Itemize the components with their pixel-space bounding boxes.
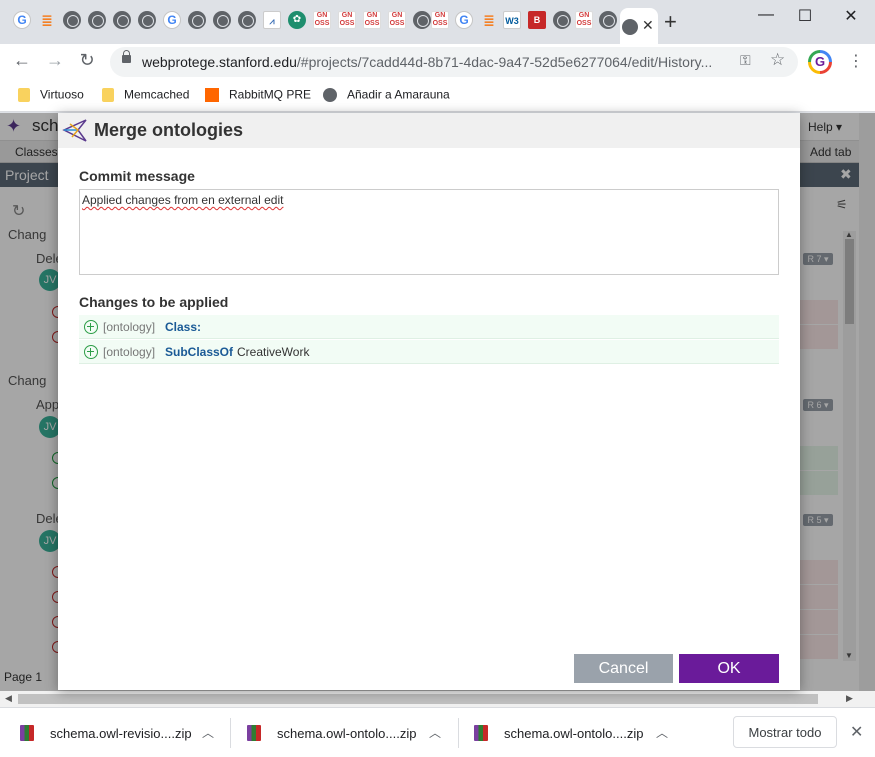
- browser-toolbar: ← → ↻ webprotege.stanford.edu/#projects/…: [0, 44, 875, 80]
- ontology-tag: [ontology]: [103, 345, 156, 359]
- maximize-button[interactable]: ☐: [795, 6, 815, 26]
- axiom-keyword: SubClassOf: [165, 345, 234, 359]
- url-host: webprotege.stanford.edu: [142, 54, 297, 70]
- star-icon[interactable]: ☆: [770, 50, 785, 70]
- google-tab-icon[interactable]: G: [455, 11, 473, 29]
- gnoss-tab-icon[interactable]: GN OSS: [575, 11, 593, 29]
- minimize-button[interactable]: —: [756, 6, 776, 24]
- stackoverflow-tab-icon[interactable]: ≣: [480, 11, 498, 29]
- gnoss-tab-icon[interactable]: GN OSS: [338, 11, 356, 29]
- window-close-button[interactable]: ✕: [841, 6, 861, 26]
- ontology-tag: [ontology]: [103, 320, 156, 334]
- add-circle-icon: [84, 320, 98, 334]
- globe-tab-icon[interactable]: [63, 11, 81, 29]
- change-item: [ontology] SubClassOf CreativeWork: [79, 340, 779, 364]
- profile-letter: G: [811, 53, 829, 71]
- globe-tab-icon[interactable]: [213, 11, 231, 29]
- bookmark-rabbitmq[interactable]: RabbitMQ PRE: [205, 86, 311, 106]
- add-circle-icon: [84, 345, 98, 359]
- download-bar: schema.owl-revisio....zip ︿ schema.owl-o…: [0, 707, 875, 757]
- scroll-left-icon[interactable]: ◀: [5, 693, 12, 704]
- zip-file-icon: [474, 725, 488, 741]
- scrollbar-thumb[interactable]: [18, 694, 818, 704]
- download-filename: schema.owl-ontolo....zip: [277, 726, 417, 741]
- divider: [230, 718, 231, 748]
- bookmark-memcached[interactable]: Memcached: [102, 86, 189, 106]
- webprotege-logo-icon: [62, 119, 87, 142]
- download-item[interactable]: schema.owl-revisio....zip ︿: [20, 718, 220, 748]
- w3schools-tab-icon[interactable]: W3: [503, 11, 521, 29]
- gnoss-tab-icon[interactable]: GN OSS: [388, 11, 406, 29]
- forward-button[interactable]: →: [43, 50, 67, 71]
- bookmark-virtuoso[interactable]: Virtuoso: [18, 86, 84, 106]
- cancel-button[interactable]: Cancel: [574, 654, 673, 683]
- commit-message-value[interactable]: Applied changes from en external edit: [82, 193, 283, 207]
- globe-icon: [622, 19, 638, 35]
- chart-tab-icon[interactable]: ⩘: [263, 11, 281, 29]
- dialog-header: Merge ontologies: [58, 113, 800, 148]
- active-tab[interactable]: ✕: [620, 8, 658, 44]
- globe-tab-icon[interactable]: [553, 11, 571, 29]
- bookmarks-bar: Virtuoso Memcached RabbitMQ PRE Añadir a…: [0, 80, 875, 112]
- gnoss-tab-icon[interactable]: GN OSS: [431, 11, 449, 29]
- axiom-keyword: Class:: [165, 320, 202, 334]
- tab-strip: G ≣ G ⩘ ✿ GN OSS GN OSS GN OSS GN OSS GN OSS …: [0, 0, 875, 44]
- menu-kebab-icon[interactable]: ⋮: [848, 51, 864, 71]
- gnoss-tab-icon[interactable]: GN OSS: [313, 11, 331, 29]
- bookmark-red-tab-icon[interactable]: B: [528, 11, 546, 29]
- bookmark-amarauna[interactable]: Añadir a Amarauna: [323, 86, 450, 106]
- cluster-tab-icon[interactable]: ✿: [288, 11, 306, 29]
- merge-ontologies-dialog: Merge ontologies Commit message Applied …: [58, 113, 800, 690]
- globe-icon: [323, 87, 337, 102]
- key-icon[interactable]: ⚿: [740, 52, 751, 69]
- globe-tab-icon[interactable]: [599, 11, 617, 29]
- back-button[interactable]: ←: [10, 50, 34, 71]
- zip-file-icon: [20, 725, 34, 741]
- chevron-up-icon[interactable]: ︿: [656, 724, 668, 741]
- divider: [458, 718, 459, 748]
- zip-file-icon: [247, 725, 261, 741]
- download-item[interactable]: schema.owl-ontolo....zip ︿: [474, 718, 674, 748]
- show-all-downloads-button[interactable]: Mostrar todo: [733, 716, 837, 748]
- gnoss-tab-icon[interactable]: GN OSS: [363, 11, 381, 29]
- rabbitmq-icon: [205, 87, 219, 102]
- chevron-up-icon[interactable]: ︿: [429, 724, 441, 741]
- globe-tab-icon[interactable]: [238, 11, 256, 29]
- axiom-value: CreativeWork: [237, 345, 310, 359]
- scroll-right-icon[interactable]: ▶: [846, 693, 853, 704]
- new-tab-button[interactable]: +: [664, 11, 677, 33]
- folder-icon: [18, 87, 30, 102]
- url-text[interactable]: webprotege.stanford.edu/#projects/7cadd4…: [142, 54, 732, 70]
- google-tab-icon[interactable]: G: [163, 11, 181, 29]
- globe-tab-icon[interactable]: [138, 11, 156, 29]
- google-tab-icon[interactable]: G: [13, 11, 31, 29]
- address-bar[interactable]: webprotege.stanford.edu/#projects/7cadd4…: [110, 47, 798, 77]
- globe-tab-icon[interactable]: [113, 11, 131, 29]
- chevron-up-icon[interactable]: ︿: [202, 724, 214, 741]
- ok-button[interactable]: OK: [679, 654, 779, 683]
- lock-icon: [122, 50, 131, 63]
- globe-tab-icon[interactable]: [413, 11, 431, 29]
- globe-tab-icon[interactable]: [88, 11, 106, 29]
- folder-icon: [102, 87, 114, 102]
- globe-tab-icon[interactable]: [188, 11, 206, 29]
- close-download-bar-icon[interactable]: ✕: [850, 722, 863, 742]
- dialog-title: Merge ontologies: [94, 120, 244, 140]
- download-filename: schema.owl-ontolo....zip: [504, 726, 644, 741]
- page-horizontal-scrollbar[interactable]: ◀ ▶: [0, 691, 875, 707]
- stackoverflow-tab-icon[interactable]: ≣: [38, 11, 56, 29]
- download-item[interactable]: schema.owl-ontolo....zip ︿: [247, 718, 447, 748]
- profile-avatar[interactable]: G: [808, 50, 832, 74]
- close-tab-icon[interactable]: ✕: [642, 17, 654, 34]
- download-filename: schema.owl-revisio....zip: [50, 726, 192, 741]
- commit-message-label: Commit message: [79, 168, 195, 184]
- change-item: [ontology] Class:: [79, 315, 779, 339]
- url-path: /#projects/7cadd44d-8b71-4dac-9a47-52d5e…: [296, 54, 713, 70]
- changes-label: Changes to be applied: [79, 294, 229, 310]
- reload-button[interactable]: ↻: [75, 50, 99, 71]
